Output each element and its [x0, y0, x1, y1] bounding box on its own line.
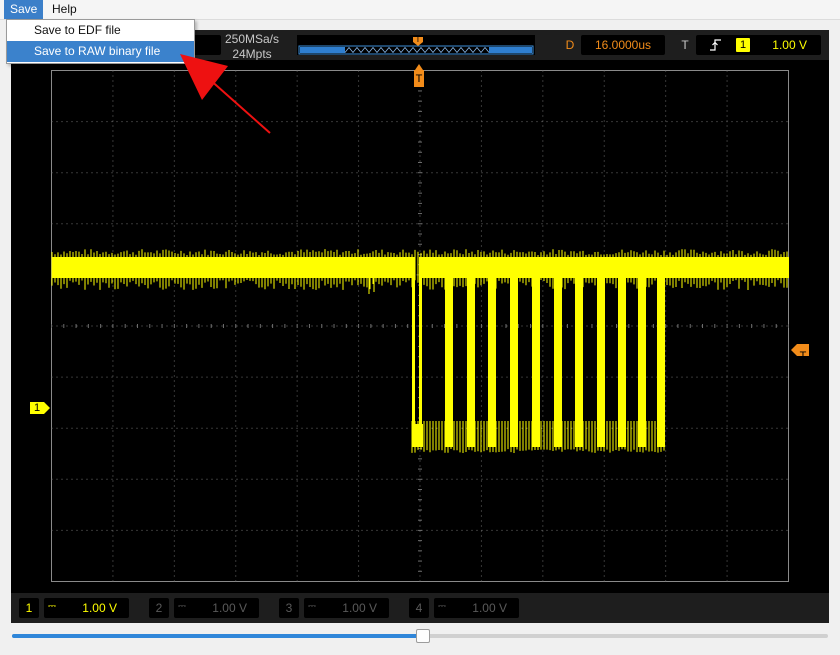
menu-help[interactable]: Help — [46, 0, 83, 19]
channel-1-volts: 1.00 V — [82, 601, 117, 615]
waveform-plot[interactable]: T T 1 — [11, 60, 829, 593]
slider-handle[interactable] — [416, 629, 430, 643]
channel-3-volts: 1.00 V — [342, 601, 377, 615]
channel-bar: 1 ⎓ 1.00 V 2 ⎓ 1.00 V 3 ⎓ 1.00 V 4 ⎓ 1.0… — [11, 593, 829, 623]
delay-box[interactable]: 16.0000us — [581, 35, 665, 55]
channel-2-button[interactable]: 2 — [149, 598, 169, 618]
channel-3-button[interactable]: 3 — [279, 598, 299, 618]
channel-2-volts: 1.00 V — [212, 601, 247, 615]
channel-4-volts: 1.00 V — [472, 601, 507, 615]
trigger-box[interactable]: 1 1.00 V — [696, 35, 821, 55]
menu-bar: Save Help — [0, 0, 840, 20]
waveform-grid — [30, 64, 809, 582]
scope-display: 250MSa/s 24Mpts T D 16.0000us T 1 1.00 V — [11, 30, 829, 593]
memory-depth: 24Mpts — [232, 47, 272, 61]
channel-4-button[interactable]: 4 — [409, 598, 429, 618]
channel-3-settings[interactable]: ⎓ 1.00 V — [304, 598, 389, 618]
trigger-level-marker[interactable]: T — [797, 350, 809, 362]
sample-rate: 250MSa/s — [224, 32, 280, 46]
dc-coupling-icon: ⎓ — [48, 601, 56, 612]
trigger-label: T — [681, 38, 689, 52]
trigger-channel: 1 — [736, 38, 750, 52]
timeline-slider[interactable] — [12, 629, 828, 643]
delay-value: 16.0000us — [594, 38, 652, 52]
trigger-level: 1.00 V — [772, 38, 807, 52]
channel-1-button[interactable]: 1 — [19, 598, 39, 618]
channel-4-settings[interactable]: ⎓ 1.00 V — [434, 598, 519, 618]
overview-trigger-marker: T — [415, 35, 421, 44]
menu-save[interactable]: Save — [4, 0, 44, 19]
slider-fill — [12, 634, 420, 638]
memory-overview-bar[interactable]: T — [297, 35, 535, 55]
save-dropdown-menu: Save to EDF file Save to RAW binary file — [6, 19, 195, 64]
channel1-ground-marker[interactable]: 1 — [30, 402, 44, 414]
channel-2-settings[interactable]: ⎓ 1.00 V — [174, 598, 259, 618]
channel-1-settings[interactable]: ⎓ 1.00 V — [44, 598, 129, 618]
menu-item-save-edf[interactable]: Save to EDF file — [7, 20, 194, 41]
dc-coupling-icon: ⎓ — [438, 601, 446, 612]
dc-coupling-icon: ⎓ — [308, 601, 316, 612]
delay-label: D — [565, 38, 575, 52]
dc-coupling-icon: ⎓ — [178, 601, 186, 612]
trigger-position-marker[interactable]: T — [414, 72, 424, 86]
rising-edge-icon — [710, 39, 721, 51]
menu-item-save-raw-binary[interactable]: Save to RAW binary file — [7, 41, 194, 62]
